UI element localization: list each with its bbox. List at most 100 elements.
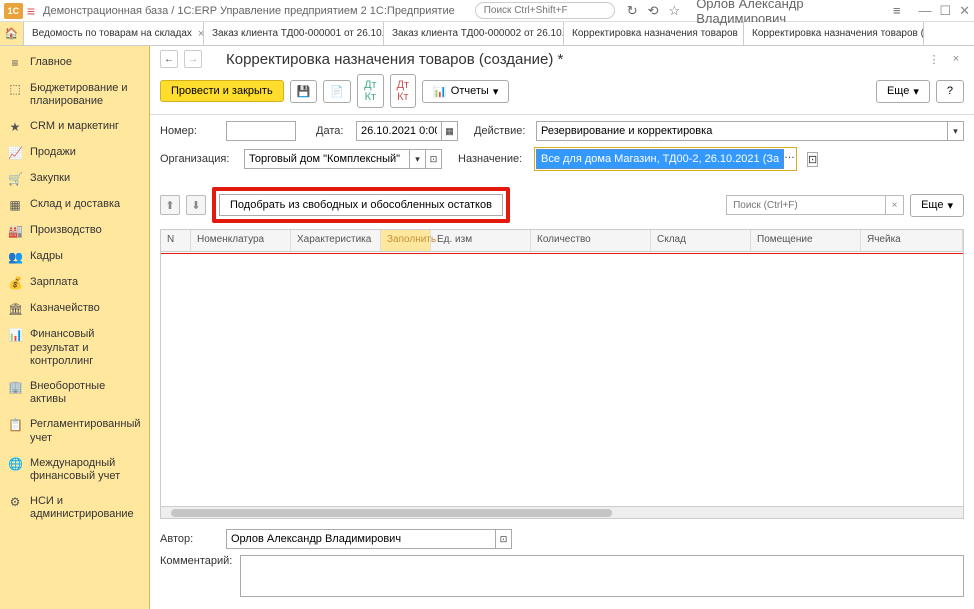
comment-input[interactable] (240, 555, 964, 597)
nav-international[interactable]: 🌐Международный финансовый учет (0, 451, 149, 489)
refresh-icon[interactable]: ↻ (627, 3, 638, 19)
nav-budgeting[interactable]: ⬚Бюджетирование и планирование (0, 76, 149, 114)
ellipsis-icon[interactable]: … (784, 149, 795, 169)
dropdown-icon[interactable]: ▾ (948, 121, 964, 141)
open-icon[interactable]: ⊡ (426, 149, 442, 169)
post-and-close-button[interactable]: Провести и закрыть (160, 80, 284, 102)
kt-button[interactable]: ДтКт (390, 74, 417, 108)
nav-sales[interactable]: 📈Продажи (0, 140, 149, 166)
history-icon[interactable]: ⟲ (648, 3, 659, 19)
number-label: Номер: (160, 125, 220, 137)
author-input[interactable] (226, 529, 496, 549)
col-n[interactable]: N (161, 230, 191, 251)
options-icon[interactable]: ⋮ (926, 51, 942, 67)
nav-regulated[interactable]: 📋Регламентированный учет (0, 412, 149, 450)
app-logo: 1C (4, 3, 23, 19)
dt-button[interactable]: ДтКт (357, 74, 384, 108)
col-warehouse[interactable]: Склад (651, 230, 751, 251)
tab-item[interactable]: Заказ клиента ТД00-000002 от 26.10.2021.… (384, 22, 564, 45)
tab-item[interactable]: Корректировка назначения товаров× (564, 22, 744, 45)
col-qty[interactable]: Количество (531, 230, 651, 251)
pick-from-stock-button[interactable]: Подобрать из свободных и обособленных ос… (219, 194, 503, 216)
nav-assets[interactable]: 🏢Внеоборотные активы (0, 374, 149, 412)
col-fill[interactable]: Заполнить (381, 230, 431, 251)
global-search-input[interactable] (475, 2, 615, 19)
main-toolbar: Провести и закрыть 💾 📄 ДтКт ДтКт 📊 Отчет… (150, 72, 974, 115)
nav-label: CRM и маркетинг (30, 120, 119, 133)
user-menu-icon[interactable]: ≡ (893, 3, 901, 18)
scroll-thumb[interactable] (171, 509, 612, 517)
move-up-button[interactable]: ⬆ (160, 195, 180, 215)
tab-item[interactable]: Заказ клиента ТД00-000001 от 26.10.2021.… (204, 22, 384, 45)
col-nomenclature[interactable]: Номенклатура (191, 230, 291, 251)
open-icon[interactable]: ⊡ (496, 529, 512, 549)
col-room[interactable]: Помещение (751, 230, 861, 251)
horizontal-scrollbar[interactable] (161, 506, 963, 518)
nav-back-button[interactable]: ← (160, 50, 178, 68)
app-title: Демонстрационная база / 1С:ERP Управлени… (43, 5, 455, 17)
budget-icon: ⬚ (8, 82, 22, 96)
maximize-icon[interactable]: ☐ (939, 3, 951, 19)
nav-main[interactable]: ≡Главное (0, 50, 149, 76)
nav-treasury[interactable]: 🏛Казначейство (0, 296, 149, 322)
table-more-button[interactable]: Еще ▾ (910, 194, 964, 217)
help-button[interactable]: ? (936, 80, 964, 103)
home-tab[interactable]: 🏠 (0, 22, 24, 45)
number-input[interactable] (226, 121, 296, 141)
footer-fields: Автор: ⊡ Комментарий: (150, 523, 974, 609)
nav-fin-result[interactable]: 📊Финансовый результат и контроллинг (0, 322, 149, 374)
more-button[interactable]: Еще ▾ (876, 80, 930, 103)
date-input[interactable] (356, 121, 442, 141)
nav-admin[interactable]: ⚙ НСИ и администрирование (0, 489, 149, 527)
tab-label: Корректировка назначения товаров (572, 28, 738, 39)
main-menu-icon[interactable]: ≡ (27, 3, 35, 19)
nav-forward-button[interactable]: → (184, 50, 202, 68)
comment-label: Комментарий: (160, 555, 232, 567)
minimize-icon[interactable]: — (918, 3, 931, 19)
page-header: ← → Корректировка назначения товаров (со… (150, 46, 974, 72)
tab-item[interactable]: Ведомость по товарам на складах× (24, 22, 204, 45)
org-input[interactable] (244, 149, 410, 169)
action-select[interactable] (536, 121, 948, 141)
nav-hr[interactable]: 👥Кадры (0, 244, 149, 270)
purpose-input[interactable] (536, 149, 784, 169)
save-button[interactable]: 💾 (290, 80, 318, 103)
move-down-button[interactable]: ⬇ (186, 195, 206, 215)
grid-body[interactable] (161, 252, 963, 506)
open-link-icon[interactable]: ⊡ (807, 152, 818, 167)
nav-production[interactable]: 🏭 Производство (0, 218, 149, 244)
nav-salary[interactable]: 💰Зарплата (0, 270, 149, 296)
nav-label: НСИ и администрирование (30, 495, 141, 521)
nav-warehouse[interactable]: ▦Склад и доставка (0, 192, 149, 218)
factory-icon: 🏭 (8, 224, 22, 238)
nav-label: Производство (30, 224, 102, 237)
nav-purchases[interactable]: 🛒Закупки (0, 166, 149, 192)
action-label: Действие: (474, 125, 530, 137)
nav-crm[interactable]: ★CRM и маркетинг (0, 114, 149, 140)
insertion-line (161, 252, 963, 254)
clear-search-icon[interactable]: × (886, 195, 904, 215)
col-characteristic[interactable]: Характеристика (291, 230, 381, 251)
window-close-icon[interactable]: × (948, 51, 964, 67)
favorite-icon[interactable]: ☆ (669, 3, 681, 19)
reports-button[interactable]: 📊 Отчеты ▾ (422, 80, 509, 103)
post-button[interactable]: 📄 (323, 80, 351, 103)
dropdown-icon[interactable]: ▾ (410, 149, 426, 169)
chart-icon: 📈 (8, 146, 22, 160)
date-label: Дата: (316, 125, 350, 137)
top-bar: 1C ≡ Демонстрационная база / 1С:ERP Упра… (0, 0, 974, 22)
cart-icon: 🛒 (8, 172, 22, 186)
calendar-icon[interactable]: ▦ (442, 121, 458, 141)
tab-item[interactable]: Корректировка назначения товаров (соз...… (744, 22, 924, 45)
col-unit[interactable]: Ед. изм (431, 230, 531, 251)
tab-label: Ведомость по товарам на складах (32, 28, 192, 39)
purpose-label: Назначение: (458, 153, 528, 165)
table-search-input[interactable] (726, 195, 886, 215)
gear-icon: ⚙ (8, 495, 22, 509)
building-icon: 🏢 (8, 380, 22, 394)
close-icon[interactable]: ✕ (959, 3, 970, 19)
col-cell[interactable]: Ячейка (861, 230, 963, 251)
tab-label: Заказ клиента ТД00-000002 от 26.10.2021.… (392, 28, 564, 39)
more-label: Еще (921, 199, 943, 211)
people-icon: 👥 (8, 250, 22, 264)
